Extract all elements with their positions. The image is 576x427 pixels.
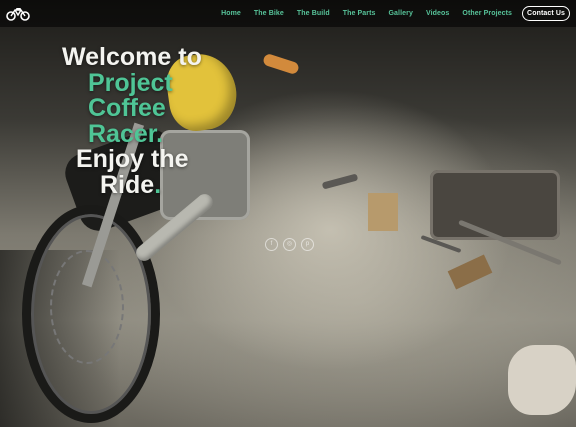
headline-ride-word: Ride	[100, 170, 155, 199]
nav-item-the-bike[interactable]: The Bike	[254, 10, 284, 17]
nav-item-the-build[interactable]: The Build	[297, 10, 330, 17]
headline-line-1: Welcome to	[62, 43, 202, 71]
contact-us-button[interactable]: Contact Us	[522, 6, 570, 21]
facebook-icon[interactable]: f	[265, 238, 278, 251]
motorcycle-icon[interactable]	[6, 5, 30, 21]
nav-item-videos[interactable]: Videos	[426, 10, 449, 17]
nav-item-gallery[interactable]: Gallery	[389, 10, 413, 17]
nav-item-the-parts[interactable]: The Parts	[343, 10, 376, 17]
headline-line-5: Enjoy the	[76, 145, 189, 173]
headline-line-2: Project	[88, 68, 173, 97]
nav-menu: Home The Bike The Build The Parts Galler…	[208, 0, 570, 27]
headline-line-6: Ride.	[62, 170, 292, 199]
rag	[508, 345, 576, 415]
instagram-icon[interactable]: ◎	[283, 238, 296, 251]
headline-line-4: Racer.	[88, 119, 164, 148]
headline-period: .	[154, 170, 162, 199]
hero-headline: Welcome to Project Coffee Racer. Enjoy t…	[62, 43, 292, 199]
nav-item-home[interactable]: Home	[221, 10, 241, 17]
headline-line-3: Coffee	[88, 94, 166, 122]
top-navbar: Home The Bike The Build The Parts Galler…	[0, 0, 576, 27]
pinterest-icon[interactable]: p	[301, 238, 314, 251]
tool	[321, 173, 359, 190]
wood-block	[368, 193, 398, 231]
social-links: f ◎ p	[265, 238, 314, 251]
engine-parts-on-floor	[430, 170, 560, 240]
nav-item-other-projects[interactable]: Other Projects	[462, 10, 512, 17]
wood-plank	[447, 254, 493, 290]
